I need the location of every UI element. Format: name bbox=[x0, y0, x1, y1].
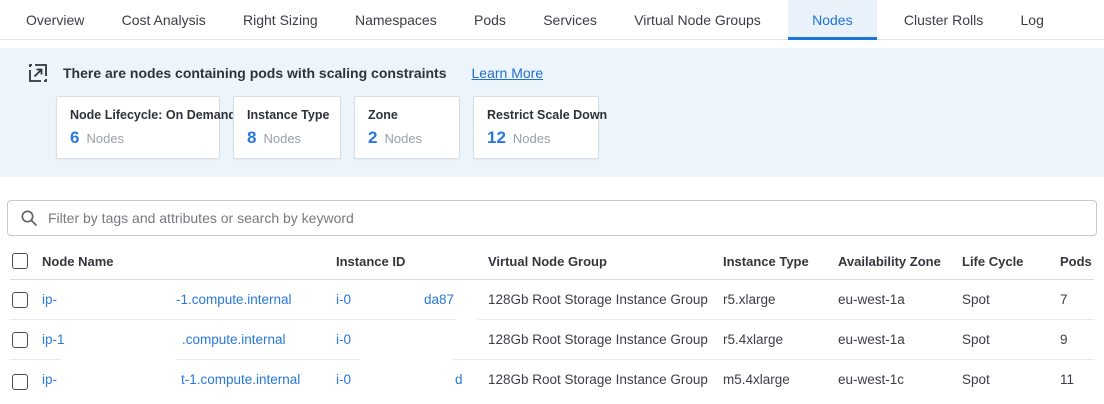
tab-right-sizing[interactable]: Right Sizing bbox=[233, 0, 328, 39]
col-life-cycle: Life Cycle bbox=[962, 243, 1023, 280]
node-name-link[interactable]: -1.compute.internal bbox=[176, 280, 292, 320]
banner-message: There are nodes containing pods with sca… bbox=[63, 65, 447, 81]
card-unit: Nodes bbox=[513, 131, 551, 146]
instance-type-value: r5.4xlarge bbox=[723, 320, 783, 360]
availability-zone-value: eu-west-1a bbox=[838, 320, 905, 360]
card-title: Zone bbox=[368, 108, 446, 122]
pods-count: 11 bbox=[1060, 360, 1074, 400]
virtual-node-group-value: 128Gb Root Storage Instance Group bbox=[488, 360, 708, 400]
row-checkbox[interactable] bbox=[12, 292, 28, 308]
learn-more-link[interactable]: Learn More bbox=[472, 65, 544, 81]
instance-type-value: r5.xlarge bbox=[723, 280, 776, 320]
col-instance-type: Instance Type bbox=[723, 243, 809, 280]
redaction-artifact bbox=[456, 315, 478, 324]
scale-up-icon bbox=[28, 63, 48, 83]
card-unit: Nodes bbox=[384, 131, 422, 146]
redaction-artifact bbox=[61, 355, 177, 364]
instance-id-link[interactable]: da87 bbox=[424, 280, 454, 320]
card-count: 2 bbox=[368, 128, 377, 148]
constraint-summary-cards: Node Lifecycle: On Demand 6 Nodes Instan… bbox=[56, 96, 1104, 159]
search-input[interactable] bbox=[48, 210, 1084, 226]
tab-nodes[interactable]: Nodes bbox=[788, 0, 876, 39]
node-name-link[interactable]: t-1.compute.internal bbox=[181, 360, 300, 400]
tab-services[interactable]: Services bbox=[533, 0, 607, 39]
scaling-constraints-banner: There are nodes containing pods with sca… bbox=[0, 48, 1104, 177]
search-icon bbox=[20, 209, 38, 227]
instance-id-link[interactable]: i-0 bbox=[336, 360, 351, 400]
card-zone[interactable]: Zone 2 Nodes bbox=[354, 96, 460, 159]
life-cycle-value: Spot bbox=[962, 360, 990, 400]
life-cycle-value: Spot bbox=[962, 280, 990, 320]
availability-zone-value: eu-west-1c bbox=[838, 360, 904, 400]
card-instance-type[interactable]: Instance Type 8 Nodes bbox=[233, 96, 341, 159]
col-availability-zone: Availability Zone bbox=[838, 243, 941, 280]
card-restrict-scale-down[interactable]: Restrict Scale Down 12 Nodes bbox=[473, 96, 599, 159]
col-instance-id: Instance ID bbox=[336, 243, 405, 280]
select-all-checkbox[interactable] bbox=[12, 253, 28, 269]
tab-cluster-rolls[interactable]: Cluster Rolls bbox=[894, 0, 993, 39]
card-count: 6 bbox=[70, 128, 79, 148]
table-row: ip-1 .compute.internal i-0 128Gb Root St… bbox=[10, 320, 1094, 360]
card-title: Restrict Scale Down bbox=[487, 108, 585, 122]
availability-zone-value: eu-west-1a bbox=[838, 280, 905, 320]
pods-count: 9 bbox=[1060, 320, 1068, 360]
card-unit: Nodes bbox=[263, 131, 301, 146]
filter-bar bbox=[7, 200, 1097, 236]
cluster-tab-bar: Overview Cost Analysis Right Sizing Name… bbox=[0, 0, 1104, 40]
col-node-name: Node Name bbox=[42, 243, 114, 280]
row-checkbox[interactable] bbox=[12, 332, 28, 348]
instance-id-link[interactable]: i-0 bbox=[336, 320, 351, 360]
card-count: 8 bbox=[247, 128, 256, 148]
table-header-row: Node Name Instance ID Virtual Node Group… bbox=[10, 243, 1094, 280]
instance-type-value: m5.4xlarge bbox=[723, 360, 790, 400]
card-title: Node Lifecycle: On Demand bbox=[70, 108, 206, 122]
life-cycle-value: Spot bbox=[962, 320, 990, 360]
tab-namespaces[interactable]: Namespaces bbox=[345, 0, 447, 39]
card-count: 12 bbox=[487, 128, 506, 148]
node-name-link[interactable]: .compute.internal bbox=[182, 320, 286, 360]
node-name-link[interactable]: ip-1 bbox=[42, 320, 65, 360]
card-title: Instance Type bbox=[247, 108, 327, 122]
col-virtual-node-group: Virtual Node Group bbox=[488, 243, 607, 280]
virtual-node-group-value: 128Gb Root Storage Instance Group bbox=[488, 320, 708, 360]
instance-id-link[interactable]: i-0 bbox=[336, 280, 351, 320]
pods-count: 7 bbox=[1060, 280, 1068, 320]
card-node-lifecycle[interactable]: Node Lifecycle: On Demand 6 Nodes bbox=[56, 96, 220, 159]
tab-pods[interactable]: Pods bbox=[464, 0, 516, 39]
card-unit: Nodes bbox=[86, 131, 124, 146]
instance-id-link[interactable]: d bbox=[455, 360, 463, 400]
node-name-link[interactable]: ip- bbox=[42, 360, 57, 400]
row-checkbox[interactable] bbox=[12, 374, 28, 390]
table-row: ip- -1.compute.internal i-0 da87 128Gb R… bbox=[10, 280, 1094, 320]
nodes-table: Node Name Instance ID Virtual Node Group… bbox=[10, 243, 1094, 403]
virtual-node-group-value: 128Gb Root Storage Instance Group bbox=[488, 280, 708, 320]
tab-cost-analysis[interactable]: Cost Analysis bbox=[112, 0, 216, 39]
table-row: ip- t-1.compute.internal i-0 d 128Gb Roo… bbox=[10, 360, 1094, 403]
redaction-artifact bbox=[360, 355, 453, 364]
tab-log[interactable]: Log bbox=[1011, 0, 1054, 39]
col-pods: Pods bbox=[1060, 243, 1092, 280]
tab-virtual-node-groups[interactable]: Virtual Node Groups bbox=[624, 0, 771, 39]
tab-overview[interactable]: Overview bbox=[16, 0, 94, 39]
node-name-link[interactable]: ip- bbox=[42, 280, 57, 320]
